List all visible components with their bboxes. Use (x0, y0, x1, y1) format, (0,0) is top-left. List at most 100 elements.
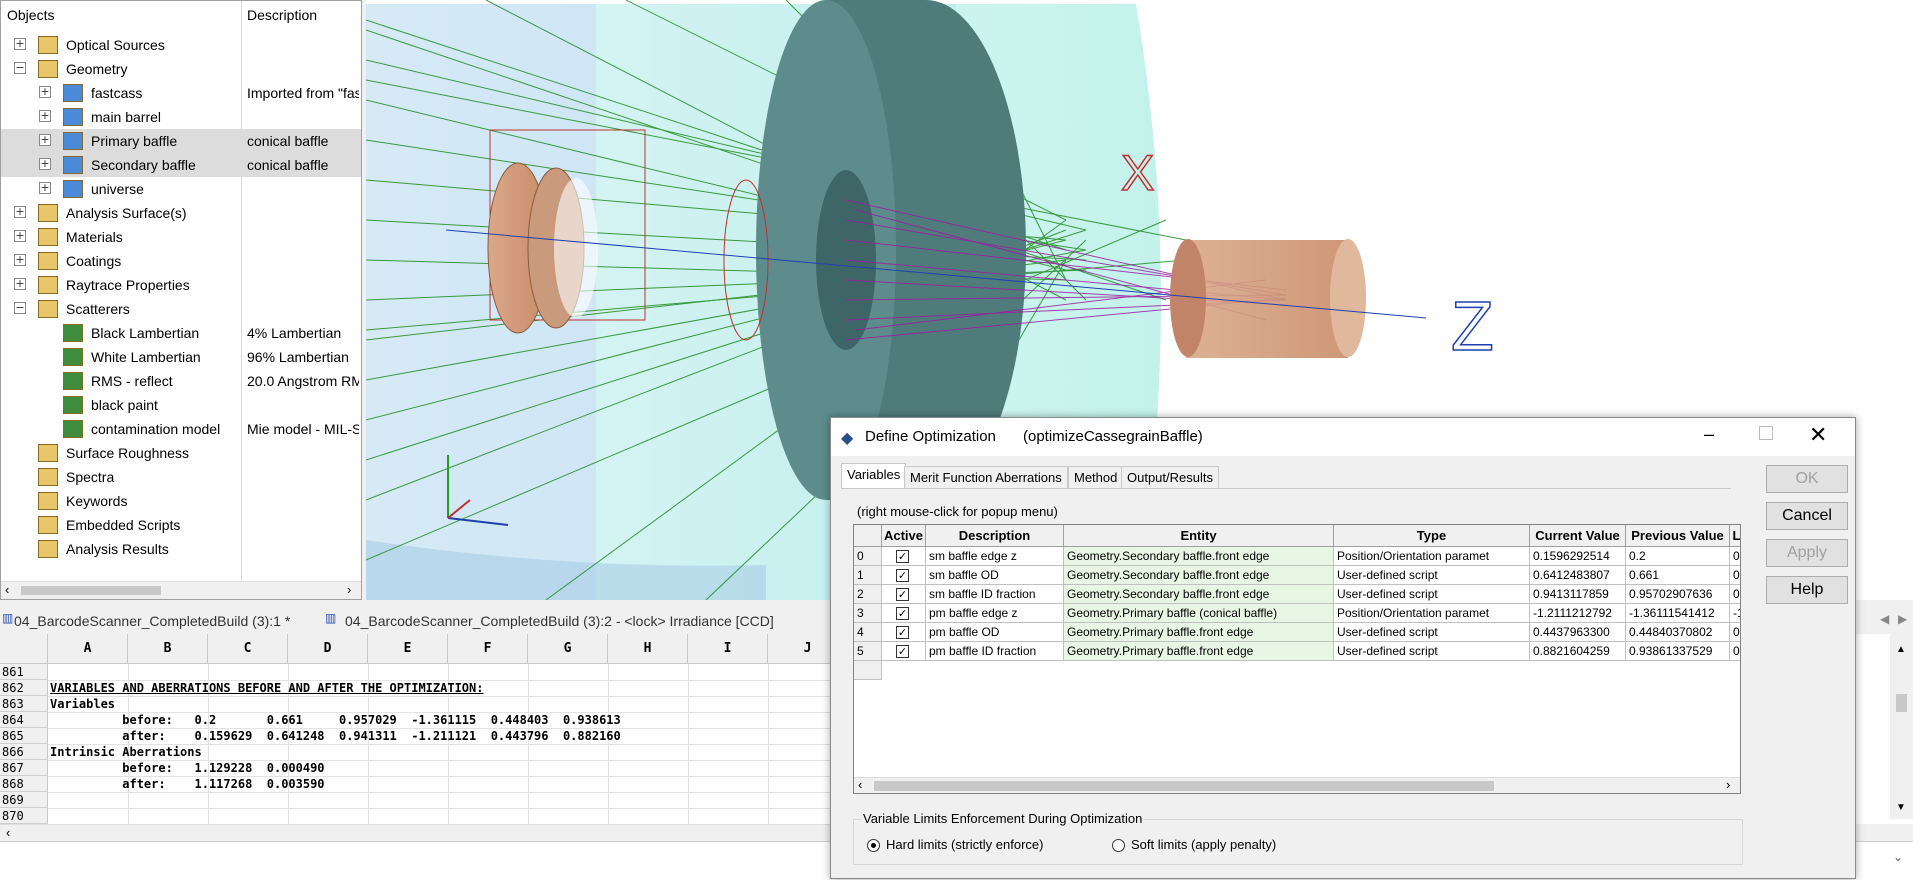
cell-idx[interactable]: 1 (854, 566, 882, 585)
cell-l[interactable]: 0 (1730, 642, 1740, 661)
cell-entity[interactable]: Geometry.Primary baffle.front edge (1064, 642, 1334, 661)
sheet-row-text[interactable]: Variables (50, 696, 115, 712)
expand-icon[interactable]: + (39, 134, 51, 146)
scroll-right-icon[interactable]: › (1726, 777, 1730, 792)
cell-type[interactable]: User-defined script (1334, 585, 1530, 604)
tree-item[interactable]: − Scatterers (1, 297, 361, 321)
tree-item[interactable]: White Lambertian 96% Lambertian (1, 345, 361, 369)
tree-item[interactable]: + main barrel (1, 105, 361, 129)
cell-type[interactable]: User-defined script (1334, 623, 1530, 642)
active-checkbox[interactable]: ✓ (896, 607, 909, 620)
cell-current[interactable]: 0.4437963300 (1530, 623, 1626, 642)
col-header-type[interactable]: Type (1334, 525, 1530, 547)
scroll-left-icon[interactable]: ‹ (858, 777, 862, 792)
help-button[interactable]: Help (1766, 576, 1848, 604)
dialog-titlebar[interactable]: ◆ Define Optimization (optimizeCassegrai… (831, 418, 1855, 456)
col-header-description[interactable]: Description (926, 525, 1064, 547)
sheet-row-text[interactable]: before: 1.129228 0.000490 (50, 760, 324, 776)
sheet-row-text[interactable]: Intrinsic Aberrations (50, 744, 202, 760)
sheet-row-header[interactable]: 869 (0, 792, 48, 808)
tree-item[interactable]: black paint (1, 393, 361, 417)
sheet-column-header[interactable]: H (608, 634, 688, 664)
cell-previous[interactable]: 0.661 (1626, 566, 1730, 585)
sheet-column-header[interactable]: E (368, 634, 448, 664)
col-header-previous-value[interactable]: Previous Value (1626, 525, 1730, 547)
chevron-down-icon[interactable]: ⌄ (1893, 850, 1903, 864)
sheet-row-header[interactable]: 868 (0, 776, 48, 792)
tab-variables[interactable]: Variables (841, 463, 907, 489)
sheet-column-header[interactable]: A (48, 634, 128, 664)
cell-entity[interactable]: Geometry.Secondary baffle.front edge (1064, 566, 1334, 585)
sheet-row-header[interactable]: 864 (0, 712, 48, 728)
sheet-column-header[interactable]: I (688, 634, 768, 664)
ok-button[interactable]: OK (1766, 465, 1848, 493)
tree-item[interactable]: RMS - reflect 20.0 Angstrom RMS (1, 369, 361, 393)
sheet-row-header[interactable]: 862 (0, 680, 48, 696)
scroll-thumb[interactable] (1896, 694, 1907, 712)
cell-current[interactable]: 0.8821604259 (1530, 642, 1626, 661)
table-row[interactable]: ✓ 4 pm baffle OD Geometry.Primary baffle.fr… (854, 623, 1740, 642)
tree-item[interactable]: − Geometry (1, 57, 361, 81)
expand-icon[interactable]: + (39, 86, 51, 98)
cell-idx[interactable]: 4 (854, 623, 882, 642)
cell-l[interactable]: 0 (1730, 623, 1740, 642)
cell-entity[interactable]: Geometry.Secondary baffle.front edge (1064, 547, 1334, 566)
scroll-left-icon[interactable]: ‹ (5, 582, 9, 597)
tree-item[interactable]: Spectra (1, 465, 361, 489)
sheet-row-header[interactable]: 870 (0, 808, 48, 824)
new-row-header[interactable] (854, 661, 882, 680)
tree-item[interactable]: + Raytrace Properties (1, 273, 361, 297)
hard-limits-label[interactable]: Hard limits (strictly enforce) (886, 837, 1043, 852)
expand-icon[interactable]: + (14, 206, 26, 218)
sheet-column-header[interactable]: F (448, 634, 528, 664)
cell-desc[interactable]: pm baffle OD (926, 623, 1064, 642)
variables-grid[interactable]: Active Description Entity Type Current V… (853, 524, 1741, 794)
cell-entity[interactable]: Geometry.Secondary baffle.front edge (1064, 585, 1334, 604)
apply-button[interactable]: Apply (1766, 539, 1848, 567)
cell-type[interactable]: Position/Orientation paramet (1334, 547, 1530, 566)
cell-type[interactable]: User-defined script (1334, 566, 1530, 585)
sheet-row-text[interactable]: VARIABLES AND ABERRATIONS BEFORE AND AFT… (50, 680, 483, 696)
scroll-right-icon[interactable]: › (347, 582, 351, 597)
sheet-row-text[interactable]: after: 1.117268 0.003590 (50, 776, 324, 792)
tree-item[interactable]: + Optical Sources (1, 33, 361, 57)
tree-item[interactable]: Surface Roughness (1, 441, 361, 465)
table-row[interactable]: ✓ 5 pm baffle ID fraction Geometry.Primary … (854, 642, 1740, 661)
cell-entity[interactable]: Geometry.Primary baffle (conical baffle) (1064, 604, 1334, 623)
expand-icon[interactable]: + (14, 38, 26, 50)
sheet-row-text[interactable]: before: 0.2 0.661 0.957029 -1.361115 0.4… (50, 712, 621, 728)
scroll-down-icon[interactable]: ▼ (1896, 802, 1906, 813)
cell-entity[interactable]: Geometry.Primary baffle.front edge (1064, 623, 1334, 642)
cell-desc[interactable]: pm baffle ID fraction (926, 642, 1064, 661)
minimize-icon[interactable]: – (1704, 424, 1714, 445)
expand-icon[interactable]: + (14, 230, 26, 242)
active-checkbox[interactable]: ✓ (896, 626, 909, 639)
cell-desc[interactable]: sm baffle edge z (926, 547, 1064, 566)
table-row[interactable]: ✓ 2 sm baffle ID fraction Geometry.Secondar… (854, 585, 1740, 604)
tree-item[interactable]: + Coatings (1, 249, 361, 273)
sheet-row-text[interactable]: after: 0.159629 0.641248 0.941311 -1.211… (50, 728, 621, 744)
table-row[interactable]: ✓ 0 sm baffle edge z Geometry.Secondary baf… (854, 547, 1740, 566)
cell-l[interactable]: -1 (1730, 604, 1740, 623)
tree-item[interactable]: Black Lambertian 4% Lambertian (1, 321, 361, 345)
scroll-up-icon[interactable]: ▲ (1896, 644, 1906, 655)
sheet-row-header[interactable]: 863 (0, 696, 48, 712)
tree-item[interactable]: Keywords (1, 489, 361, 513)
active-checkbox[interactable]: ✓ (896, 550, 909, 563)
tree-item[interactable]: Embedded Scripts (1, 513, 361, 537)
sheet-horizontal-scrollbar[interactable]: ‹ (0, 824, 830, 842)
cell-desc[interactable]: pm baffle edge z (926, 604, 1064, 623)
cell-previous[interactable]: 0.93861337529 (1626, 642, 1730, 661)
sheet-column-header[interactable]: D (288, 634, 368, 664)
cell-current[interactable]: 0.6412483807 (1530, 566, 1626, 585)
scroll-thumb[interactable] (21, 586, 161, 595)
cell-idx[interactable]: 5 (854, 642, 882, 661)
cell-idx[interactable]: 2 (854, 585, 882, 604)
cell-type[interactable]: User-defined script (1334, 642, 1530, 661)
expand-icon[interactable]: + (39, 110, 51, 122)
cell-type[interactable]: Position/Orientation paramet (1334, 604, 1530, 623)
cell-current[interactable]: 0.9413117859 (1530, 585, 1626, 604)
cell-desc[interactable]: sm baffle OD (926, 566, 1064, 585)
cell-idx[interactable]: 0 (854, 547, 882, 566)
cancel-button[interactable]: Cancel (1766, 502, 1848, 530)
